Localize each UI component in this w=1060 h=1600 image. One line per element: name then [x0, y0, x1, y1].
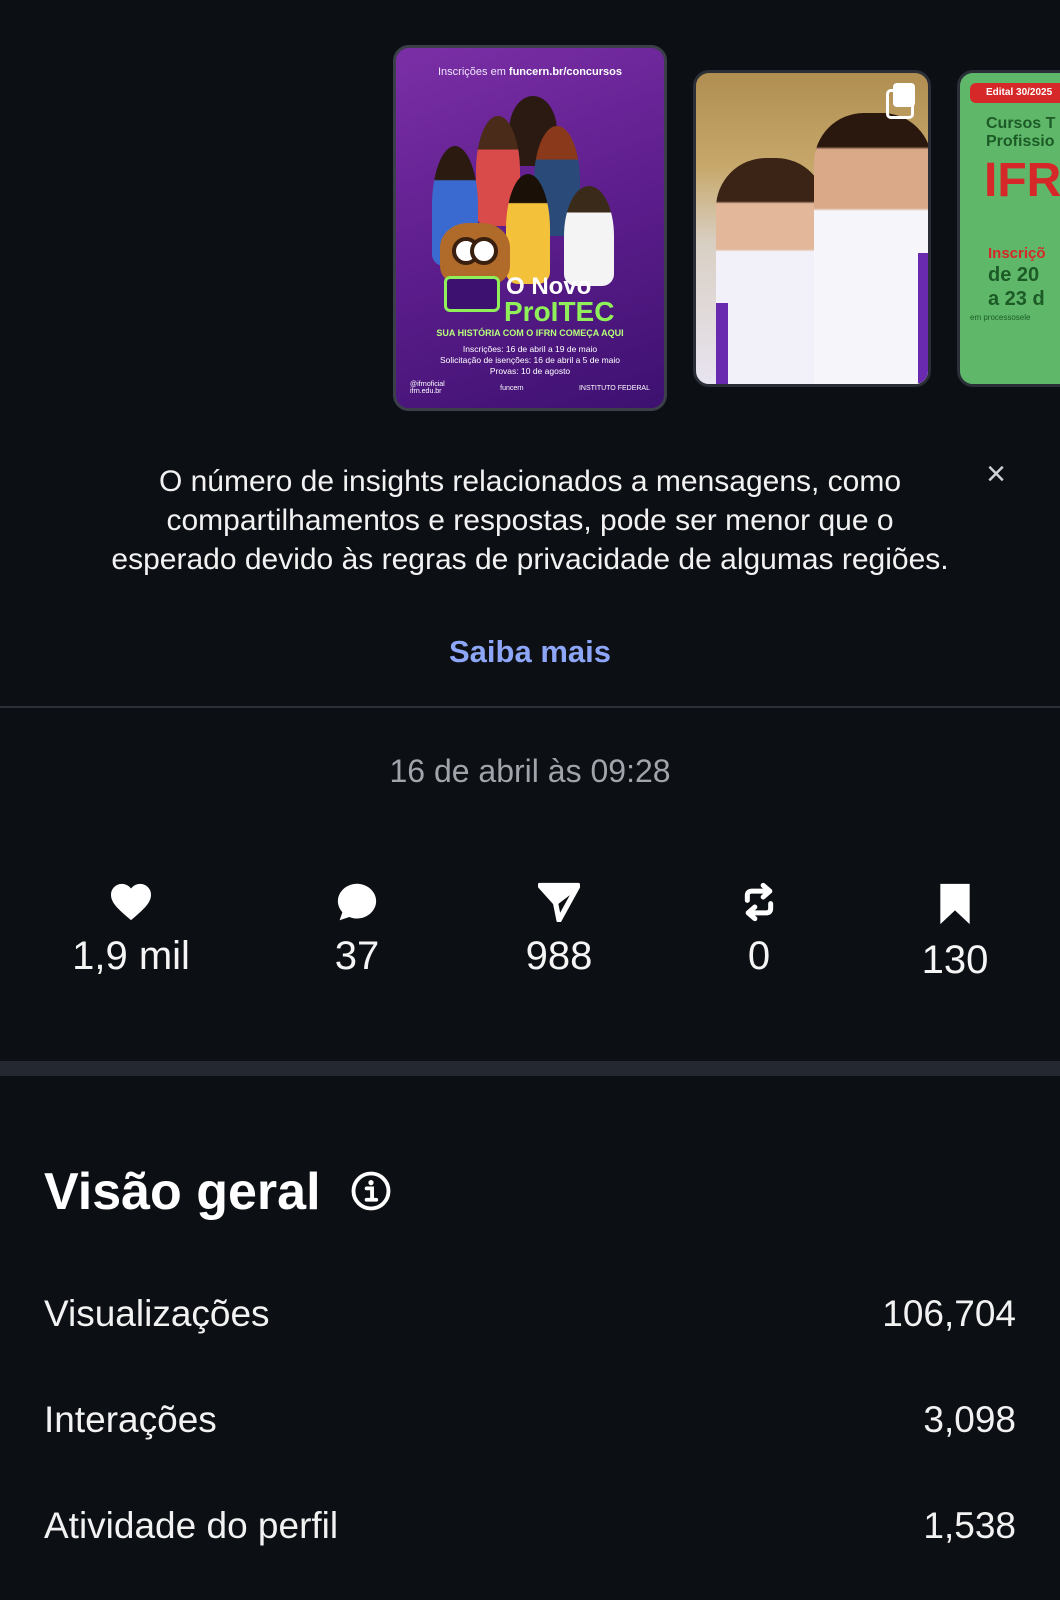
stat-shares: 988 [479, 882, 639, 979]
photo-person-left [716, 158, 826, 384]
jersey-stripe [716, 303, 728, 384]
metric-row-interactions[interactable]: Interações 3,098 [44, 1399, 1016, 1441]
info-icon[interactable] [350, 1170, 392, 1212]
repost-icon [744, 882, 774, 922]
media-carousel[interactable]: Inscrições em funcern.br/concursos O Nov… [0, 0, 1060, 420]
close-icon[interactable]: × [980, 457, 1012, 491]
green-poster-inscricoes: Inscriçõ [988, 245, 1046, 262]
carousel-item-green-poster[interactable]: Edital 30/2025 Cursos T Profissio IFR In… [957, 70, 1060, 387]
post-insights-screen: Inscrições em funcern.br/concursos O Nov… [0, 0, 1060, 1600]
carousel-item-poster[interactable]: Inscrições em funcern.br/concursos O Nov… [393, 45, 667, 411]
jersey-stripe [918, 253, 928, 383]
multiple-media-icon [886, 83, 915, 119]
metric-value: 106,704 [882, 1293, 1016, 1334]
carousel-item-photo[interactable] [693, 70, 931, 387]
metric-row-views[interactable]: Visualizações 106,704 [44, 1293, 1016, 1335]
shares-count: 988 [525, 934, 593, 978]
learn-more-link[interactable]: Saiba mais [0, 634, 1060, 670]
green-poster-title: Cursos T Profissio [986, 115, 1056, 150]
poster-info: Inscrições: 16 de abril a 19 de maio Sol… [439, 344, 621, 376]
send-icon [538, 882, 580, 922]
stat-likes: 1,9 mil [51, 882, 211, 979]
saves-count: 130 [921, 938, 989, 982]
metric-label: Atividade do perfil [44, 1505, 339, 1546]
stat-reposts: 0 [679, 882, 839, 979]
privacy-notice-text: O número de insights relacionados a mens… [111, 465, 949, 576]
photo-person-right [814, 113, 928, 384]
poster-subtitle: SUA HISTÓRIA COM O IFRN COMEÇA AQUI [436, 328, 624, 338]
metric-row-profile-activity[interactable]: Atividade do perfil 1,538 [44, 1505, 1016, 1547]
metric-label: Visualizações [44, 1293, 270, 1334]
green-poster-ifrn: IFR [984, 154, 1060, 207]
poster-screen-graphic [444, 276, 500, 312]
poster-title-line2: ProITEC [504, 296, 615, 327]
green-poster-badge: Edital 30/2025 [970, 83, 1060, 103]
comments-count: 37 [334, 934, 380, 978]
metric-label: Interações [44, 1399, 217, 1440]
reposts-count: 0 [747, 934, 771, 978]
heart-icon [111, 883, 151, 921]
section-divider [0, 1061, 1060, 1076]
poster-top-text: Inscrições em funcern.br/concursos [438, 66, 622, 78]
metric-value: 1,538 [923, 1505, 1016, 1546]
overview-title: Visão geral [44, 1163, 321, 1221]
green-poster-link: em processosele [970, 313, 1031, 322]
metric-value: 3,098 [923, 1399, 1016, 1440]
bookmark-icon [940, 883, 970, 925]
poster-footer: @ifrnoficial ifrn.edu.br funcern INSTITU… [410, 381, 650, 395]
stat-comments: 37 [277, 882, 437, 979]
post-timestamp: 16 de abril às 09:28 [389, 753, 671, 789]
stat-saves: 130 [875, 882, 1035, 983]
divider [0, 706, 1060, 708]
green-poster-dates: de 20 a 23 d [988, 264, 1045, 310]
likes-count: 1,9 mil [72, 934, 190, 978]
comment-icon [337, 883, 377, 921]
